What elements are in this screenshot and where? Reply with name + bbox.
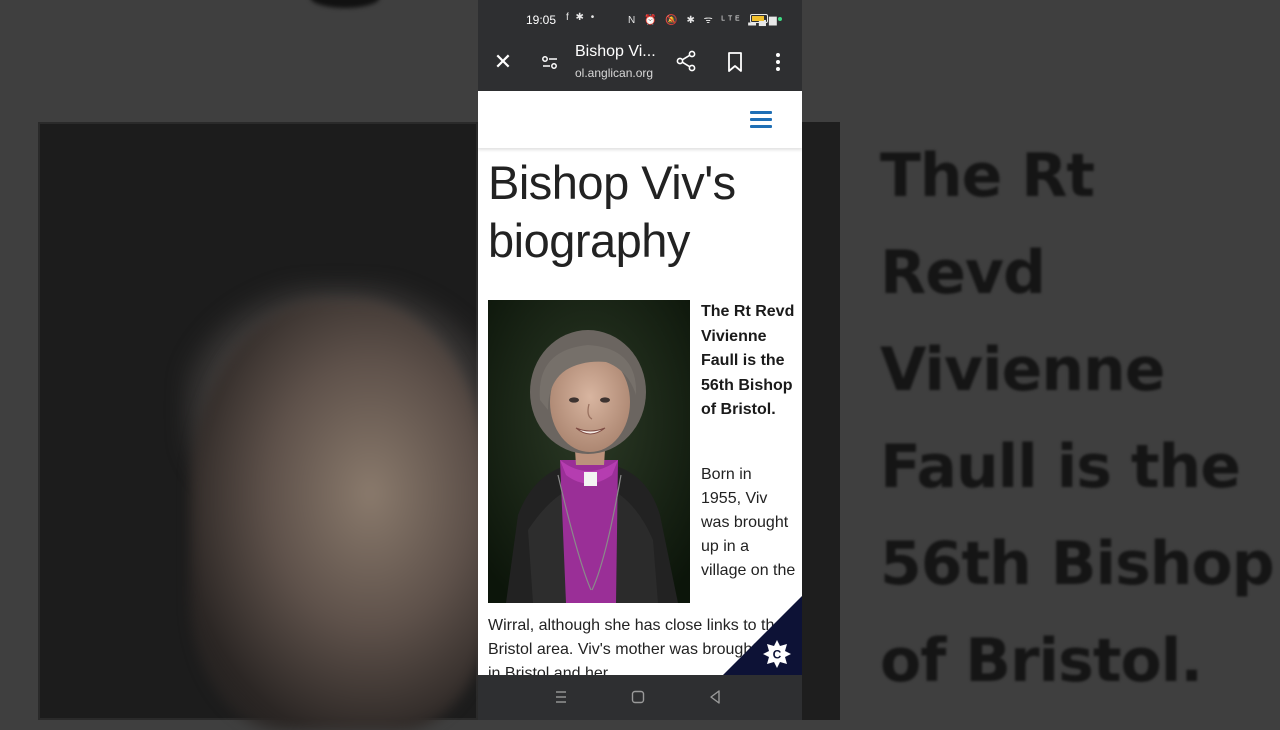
background-text-line: Revd xyxy=(880,238,1046,308)
svg-text:C: C xyxy=(773,648,782,662)
site-header xyxy=(478,91,802,148)
background-blur-shape xyxy=(310,0,380,8)
page-title-line: biography xyxy=(488,214,690,267)
status-bar: 19:05 f ✱ • N ⏰ 🔕 ✱ ᯤ ᴸᵀᴱ ▂▄▆ xyxy=(478,0,802,40)
article-lead: The Rt Revd Vivienne Faull is the 56th B… xyxy=(701,303,795,419)
tab-url[interactable]: ol.anglican.org xyxy=(575,66,653,80)
battery-icon xyxy=(750,14,768,23)
bookmark-icon[interactable] xyxy=(726,51,744,73)
background-blurred-text: The Rt Revd Vivienne Faull is the 56th B… xyxy=(880,128,1275,710)
tab-title: Bishop Vi... xyxy=(575,43,656,60)
phone-screen: 19:05 f ✱ • N ⏰ 🔕 ✱ ᯤ ᴸᵀᴱ ▂▄▆ ✕ Bishop V… xyxy=(478,0,802,720)
system-navigation-bar xyxy=(478,675,802,720)
background-portrait-face xyxy=(190,300,490,730)
status-time: 19:05 xyxy=(526,13,557,27)
recent-apps-icon[interactable] xyxy=(552,688,570,706)
hamburger-menu-icon[interactable] xyxy=(750,111,772,128)
page-title-line: Bishop Viv's xyxy=(488,156,736,209)
article-content: Bishop Viv's biography The Rt Revd Vivie… xyxy=(488,152,795,682)
bishop-portrait-image xyxy=(488,300,690,603)
site-settings-icon[interactable] xyxy=(540,52,560,72)
privacy-indicator-icon xyxy=(778,17,782,21)
notification-icons: f ✱ • xyxy=(566,12,597,23)
article-body-side: Born in 1955, Viv was brought up in a vi… xyxy=(701,466,796,579)
close-icon[interactable]: ✕ xyxy=(492,51,514,73)
background-text-line: of Bristol. xyxy=(880,626,1203,696)
cookie-settings-badge[interactable]: C xyxy=(722,596,802,676)
background-text-line: Faull is the xyxy=(880,432,1241,502)
background-text-line: 56th Bishop xyxy=(880,529,1275,599)
share-icon[interactable] xyxy=(675,50,697,72)
background-text-line: The Rt xyxy=(880,141,1095,211)
home-icon[interactable] xyxy=(629,688,647,706)
background-text-line: Vivienne xyxy=(880,335,1165,405)
back-icon[interactable] xyxy=(706,688,724,706)
custom-tab-toolbar: ✕ Bishop Vi... ol.anglican.org xyxy=(478,40,802,91)
background-right-frame xyxy=(802,122,840,720)
page-title: Bishop Viv's biography xyxy=(488,154,794,270)
more-options-icon[interactable] xyxy=(770,51,786,73)
battery-level xyxy=(752,16,764,21)
